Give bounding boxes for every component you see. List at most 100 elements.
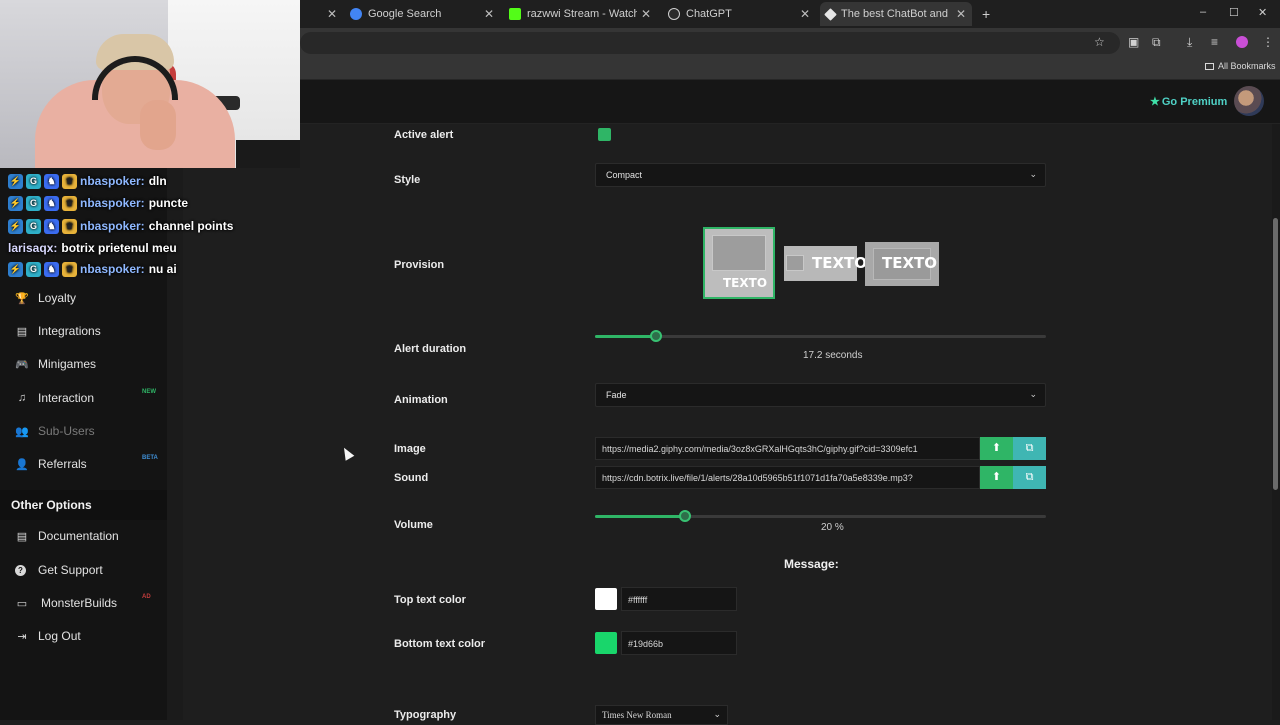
provision-option-stacked[interactable]: TEXTO bbox=[703, 227, 775, 299]
sidebar-item-integrations[interactable]: ▤ Integrations bbox=[15, 321, 101, 341]
download-icon[interactable]: ⤓ bbox=[1187, 35, 1192, 50]
bottom-text-color-swatch[interactable] bbox=[595, 632, 617, 654]
sidebar-item-interaction[interactable]: ♫ Interaction bbox=[15, 388, 94, 408]
scrollbar-thumb[interactable] bbox=[1273, 218, 1278, 490]
chat-text: botrix prietenul meu bbox=[61, 241, 177, 255]
badge-icon: ⚡ bbox=[8, 195, 23, 211]
sidebar-item-get-support[interactable]: ? Get Support bbox=[15, 560, 103, 580]
sidebar-divider bbox=[167, 124, 183, 720]
kick-favicon-icon bbox=[509, 8, 521, 20]
gallery-icon: ⧉ bbox=[1025, 471, 1034, 483]
style-select[interactable]: Compact ⌄ bbox=[595, 163, 1046, 187]
kebab-menu-icon[interactable]: ⋮ bbox=[1262, 35, 1274, 49]
folder-icon bbox=[1205, 63, 1214, 70]
close-icon[interactable]: ✕ bbox=[484, 7, 494, 21]
top-text-color-swatch[interactable] bbox=[595, 588, 617, 610]
top-text-color-input[interactable]: #ffffff bbox=[621, 587, 737, 611]
sidebar-item-label: MonsterBuilds bbox=[41, 596, 118, 610]
bottom-text-color-input[interactable]: #19d66b bbox=[621, 631, 737, 655]
image-library-button[interactable]: ⧉ bbox=[1013, 437, 1046, 460]
close-icon[interactable]: ✕ bbox=[956, 7, 966, 21]
mouse-cursor bbox=[339, 445, 355, 461]
alert-duration-fill bbox=[595, 335, 657, 338]
google-favicon-icon bbox=[350, 8, 362, 20]
tab-title: The best ChatBot and Widgets f bbox=[841, 8, 951, 20]
chat-message: ⚡ G ♞ ♛ nbaspoker: nu ai bbox=[8, 259, 177, 279]
provision-option-overlay[interactable]: TEXTO bbox=[865, 242, 939, 286]
sidebar-item-label: Interaction bbox=[38, 391, 95, 405]
close-window-button[interactable]: ✕ bbox=[1258, 6, 1267, 19]
sidebar-item-label: Sub-Users bbox=[38, 424, 95, 438]
volume-thumb[interactable] bbox=[679, 510, 692, 522]
alert-duration-slider[interactable] bbox=[595, 330, 1046, 342]
sidebar-item-monsterbuilds[interactable]: ▭ MonsterBuilds bbox=[15, 593, 117, 613]
provision-option-side[interactable]: TEXTO bbox=[784, 246, 867, 281]
tab-google-search[interactable]: Google Search ✕ bbox=[350, 4, 494, 24]
badge-icon: ♛ bbox=[62, 218, 77, 234]
chat-text: puncte bbox=[148, 196, 189, 210]
sound-url-input[interactable]: https://cdn.botrix.live/file/1/alerts/28… bbox=[595, 466, 980, 489]
logout-icon: ⇥ bbox=[17, 630, 27, 643]
user-avatar[interactable] bbox=[1234, 86, 1264, 116]
upload-image-button[interactable]: ⬆ bbox=[980, 437, 1013, 460]
document-icon: ▤ bbox=[16, 530, 28, 543]
sidebar-item-documentation[interactable]: ▤ Documentation bbox=[15, 526, 119, 546]
webcam-chair bbox=[236, 140, 300, 168]
image-placeholder-icon bbox=[786, 255, 804, 271]
sidebar-item-minigames[interactable]: 🎮 Minigames bbox=[15, 354, 96, 374]
chat-username: nbaspoker: bbox=[80, 196, 145, 210]
sidebar-item-sub-users[interactable]: 👥 Sub-Users bbox=[15, 421, 95, 441]
image-url-input[interactable]: https://media2.giphy.com/media/3oz8xGRXa… bbox=[595, 437, 980, 460]
sidebar-item-loyalty[interactable]: 🏆 Loyalty bbox=[15, 288, 76, 308]
new-tab-button[interactable]: + bbox=[982, 6, 990, 22]
minimize-button[interactable]: – bbox=[1200, 6, 1206, 18]
tab-botrix[interactable]: The best ChatBot and Widgets f ✕ bbox=[820, 2, 972, 26]
typography-select-value: Times New Roman bbox=[602, 710, 672, 720]
tab-title: ChatGPT bbox=[686, 8, 732, 20]
animation-label: Animation bbox=[394, 394, 448, 406]
puzzle-icon[interactable]: ⧉ bbox=[1152, 35, 1161, 50]
sidebar-item-log-out[interactable]: ⇥ Log Out bbox=[15, 626, 80, 646]
close-icon[interactable]: ✕ bbox=[641, 7, 651, 21]
badge-icon: G bbox=[26, 218, 41, 234]
chat-username: nbaspoker: bbox=[80, 219, 145, 233]
close-icon[interactable]: ✕ bbox=[800, 7, 810, 21]
upload-sound-button[interactable]: ⬆ bbox=[980, 466, 1013, 489]
bookmark-star-icon[interactable]: ☆ bbox=[1094, 35, 1105, 49]
badge-icon: ♛ bbox=[62, 261, 77, 277]
chat-username: nbaspoker: bbox=[80, 262, 145, 276]
tab-close-previous[interactable]: ✕ bbox=[327, 4, 337, 24]
animation-select[interactable]: Fade ⌄ bbox=[595, 383, 1046, 407]
webcam-person-hand bbox=[140, 100, 176, 150]
badge-icon: G bbox=[26, 173, 41, 189]
help-icon: ? bbox=[15, 564, 26, 576]
profile-avatar[interactable] bbox=[1236, 36, 1248, 48]
extension-icon[interactable]: ▣ bbox=[1128, 35, 1139, 49]
close-icon[interactable]: ✕ bbox=[327, 7, 337, 21]
sound-library-button[interactable]: ⧉ bbox=[1013, 466, 1046, 489]
chevron-down-icon: ⌄ bbox=[1029, 169, 1037, 179]
top-text-color-label: Top text color bbox=[394, 594, 466, 606]
active-alert-checkbox[interactable] bbox=[598, 128, 611, 141]
chat-message: ⚡ G ♞ ♛ nbaspoker: dln bbox=[8, 171, 167, 191]
badge-icon: ♞ bbox=[44, 195, 59, 211]
gamepad-icon: 🎮 bbox=[15, 358, 29, 371]
user-plus-icon: 👤 bbox=[15, 458, 29, 471]
all-bookmarks-button[interactable]: All Bookmarks bbox=[1205, 61, 1276, 71]
volume-slider[interactable] bbox=[595, 510, 1046, 522]
sidebar-item-label: Get Support bbox=[38, 563, 103, 577]
media-icon[interactable]: ≡ bbox=[1211, 35, 1218, 49]
typography-select[interactable]: Times New Roman ⌄ bbox=[595, 705, 728, 725]
badge-icon: G bbox=[26, 195, 41, 211]
alert-duration-thumb[interactable] bbox=[650, 330, 663, 342]
tab-chatgpt[interactable]: ChatGPT ✕ bbox=[668, 4, 810, 24]
sidebar-item-label: Minigames bbox=[38, 357, 97, 371]
tab-kick-stream[interactable]: razwwi Stream - Watch Live on K ✕ bbox=[509, 4, 651, 24]
sidebar-item-referrals[interactable]: 👤 Referrals bbox=[15, 454, 87, 474]
omnibox[interactable] bbox=[300, 32, 1120, 54]
volume-fill bbox=[595, 515, 686, 518]
maximize-button[interactable]: ☐ bbox=[1229, 6, 1239, 19]
go-premium-button[interactable]: ★ Go Premium bbox=[1150, 95, 1227, 108]
badge-icon: ⚡ bbox=[8, 218, 23, 234]
style-label: Style bbox=[394, 174, 421, 186]
